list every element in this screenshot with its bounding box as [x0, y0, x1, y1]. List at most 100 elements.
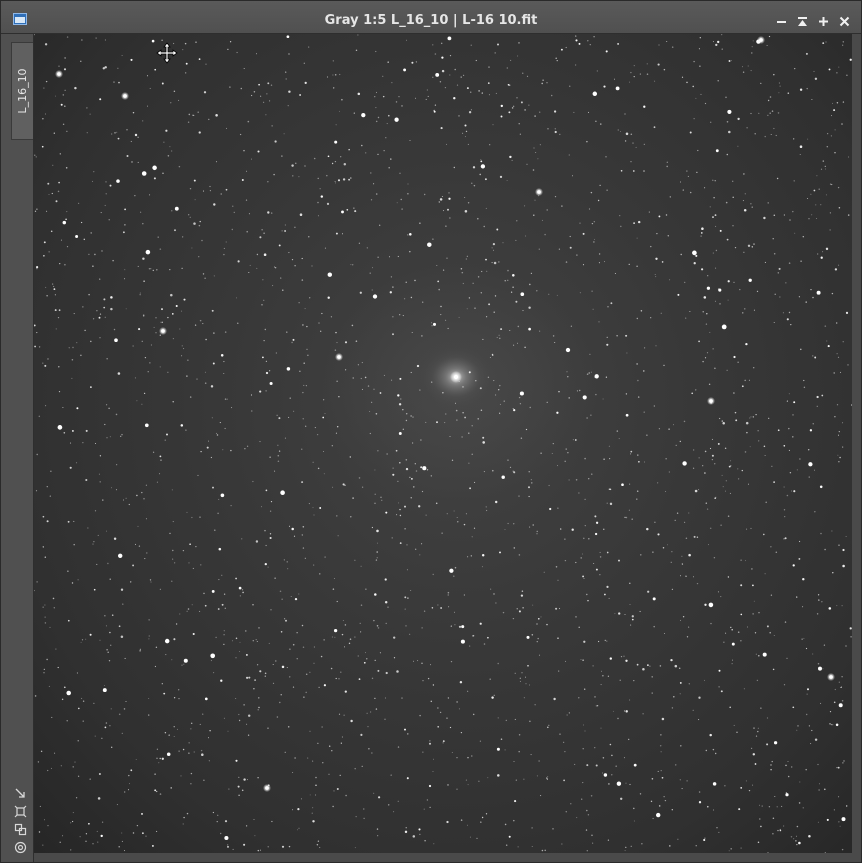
star: [250, 94, 253, 97]
star: [123, 231, 125, 234]
star: [639, 793, 642, 795]
star: [241, 589, 244, 591]
star: [673, 696, 675, 698]
star: [608, 597, 610, 599]
star: [698, 489, 700, 491]
star: [301, 257, 303, 260]
clone-view-icon[interactable]: [14, 821, 27, 836]
star: [546, 209, 548, 211]
star: [442, 742, 444, 744]
target-icon[interactable]: [14, 839, 27, 854]
star: [67, 520, 70, 523]
star: [390, 158, 392, 160]
star: [663, 364, 665, 367]
star: [43, 241, 46, 244]
star: [439, 198, 443, 201]
star: [350, 719, 353, 723]
star: [266, 93, 268, 95]
star: [227, 48, 229, 51]
star: [715, 149, 719, 153]
star: [838, 207, 841, 209]
star: [458, 115, 460, 117]
star: [301, 481, 304, 484]
star: [582, 659, 584, 661]
image-viewport[interactable]: [34, 34, 852, 853]
star: [791, 490, 793, 492]
star: [449, 74, 451, 76]
star: [617, 717, 619, 720]
fit-view-icon[interactable]: [14, 785, 27, 798]
star: [113, 81, 115, 83]
star: [337, 535, 339, 537]
star: [588, 537, 590, 540]
star: [509, 466, 512, 469]
star: [376, 557, 378, 559]
shade-icon[interactable]: [796, 15, 809, 28]
star: [783, 509, 786, 511]
star: [706, 508, 709, 510]
star: [518, 495, 520, 497]
star: [178, 689, 180, 691]
star: [205, 338, 207, 341]
star: [540, 452, 542, 455]
star: [513, 523, 515, 525]
star: [472, 713, 475, 716]
close-icon[interactable]: [838, 15, 851, 28]
star: [837, 766, 840, 769]
title-bar[interactable]: Gray 1:5 L_16_10 | L-16 10.fit: [1, 1, 861, 34]
crop-mode-icon[interactable]: [14, 803, 27, 818]
star: [677, 293, 680, 296]
star: [708, 383, 711, 386]
star: [427, 95, 429, 97]
star: [606, 336, 608, 338]
star: [317, 467, 320, 470]
star: [55, 328, 57, 330]
star: [453, 575, 455, 577]
star: [343, 714, 345, 716]
star: [142, 222, 144, 225]
star: [842, 101, 845, 103]
star: [312, 507, 314, 509]
star: [360, 604, 363, 606]
star: [651, 676, 653, 678]
star: [485, 207, 487, 209]
star: [679, 681, 682, 684]
star: [499, 384, 501, 387]
star: [818, 783, 821, 785]
star: [339, 774, 341, 777]
star: [354, 767, 356, 770]
star: [446, 820, 449, 824]
star: [473, 184, 476, 187]
star: [95, 37, 97, 39]
star: [291, 164, 294, 167]
star: [489, 678, 491, 680]
star: [159, 455, 162, 458]
star: [354, 847, 356, 849]
star: [572, 439, 574, 441]
star: [351, 324, 354, 327]
star: [494, 52, 496, 54]
star: [169, 268, 171, 271]
minimize-icon[interactable]: [775, 15, 788, 28]
view-identifier-tab[interactable]: L_16_10: [11, 42, 33, 140]
star: [302, 391, 304, 394]
star: [484, 178, 487, 181]
star: [307, 354, 309, 356]
star: [485, 258, 487, 261]
star: [529, 406, 531, 409]
star: [831, 102, 834, 104]
star: [831, 530, 833, 532]
star: [654, 521, 656, 523]
star: [766, 625, 769, 628]
star: [702, 360, 704, 363]
star: [595, 521, 599, 524]
star: [92, 543, 94, 545]
star: [256, 267, 258, 269]
star: [773, 481, 775, 483]
maximize-icon[interactable]: [817, 15, 830, 28]
star: [44, 113, 46, 115]
star: [838, 461, 840, 463]
star: [99, 455, 102, 457]
star: [543, 571, 545, 573]
star: [454, 624, 456, 626]
